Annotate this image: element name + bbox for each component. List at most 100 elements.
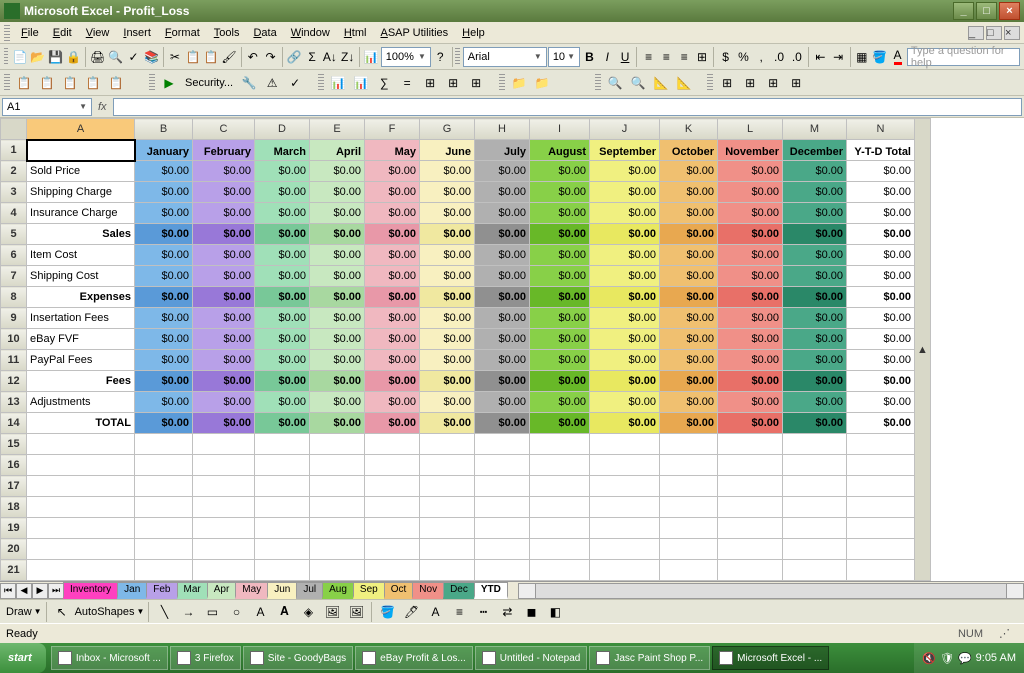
tool-button[interactable]: ⊞ [785,72,807,94]
data-cell[interactable]: $0.00 [530,352,589,368]
data-cell[interactable]: $0.00 [530,394,589,410]
row-label[interactable]: Adjustments [27,394,134,410]
empty-cell[interactable] [718,539,783,560]
data-cell[interactable]: $0.00 [783,163,846,179]
row-header[interactable]: 4 [1,203,27,224]
data-cell[interactable]: $0.00 [255,415,309,431]
data-cell[interactable]: $0.00 [718,352,782,368]
diagram-button[interactable]: ◈ [297,601,319,623]
data-cell[interactable]: $0.00 [420,331,474,347]
menu-tools[interactable]: Tools [207,25,247,41]
data-cell[interactable]: $0.00 [590,331,659,347]
data-cell[interactable]: $0.00 [310,268,364,284]
empty-cell[interactable] [420,476,475,497]
comma-button[interactable]: , [753,46,770,68]
empty-cell[interactable] [255,434,310,455]
column-header[interactable]: K [660,119,718,140]
column-header[interactable]: L [718,119,783,140]
column-header[interactable]: D [255,119,310,140]
empty-cell[interactable] [365,497,420,518]
data-cell[interactable]: $0.00 [310,205,364,221]
empty-cell[interactable] [27,476,135,497]
sheet-tab-jun[interactable]: Jun [267,582,297,599]
shadow-button[interactable]: ◼ [520,601,542,623]
month-header[interactable]: November [718,144,782,160]
empty-cell[interactable] [530,518,590,539]
data-cell[interactable]: $0.00 [590,373,659,389]
data-cell[interactable]: $0.00 [365,163,419,179]
hyperlink-button[interactable]: 🔗 [286,46,303,68]
row-label[interactable]: Insertation Fees [27,310,134,326]
empty-cell[interactable] [420,455,475,476]
empty-cell[interactable] [847,497,915,518]
empty-cell[interactable] [310,497,365,518]
data-cell[interactable]: $0.00 [718,163,782,179]
empty-cell[interactable] [783,518,847,539]
data-cell[interactable]: $0.00 [660,310,717,326]
empty-cell[interactable] [420,518,475,539]
data-cell[interactable]: $0.00 [590,226,659,242]
menu-data[interactable]: Data [246,25,283,41]
data-cell[interactable]: $0.00 [475,163,529,179]
data-cell[interactable]: $0.00 [847,205,914,221]
security-play-button[interactable]: ▶ [158,72,180,94]
data-cell[interactable]: $0.00 [783,373,846,389]
toolbar-handle[interactable] [595,74,601,92]
data-cell[interactable]: $0.00 [310,352,364,368]
column-header[interactable]: A [27,119,135,140]
clipart-button[interactable]: 🖼 [321,601,343,623]
tab-first-button[interactable]: ⏮ [0,583,16,599]
data-cell[interactable]: $0.00 [420,373,474,389]
row-label[interactable]: eBay FVF [27,331,134,347]
data-cell[interactable]: $0.00 [783,415,846,431]
row-label[interactable]: Expenses [27,289,134,305]
empty-cell[interactable] [193,497,255,518]
data-cell[interactable]: $0.00 [783,226,846,242]
data-cell[interactable]: $0.00 [193,373,254,389]
data-cell[interactable]: $0.00 [530,415,589,431]
empty-cell[interactable] [135,476,193,497]
sheet-tab-sep[interactable]: Sep [353,582,385,599]
data-cell[interactable]: $0.00 [783,394,846,410]
sheet-tab-ytd[interactable]: YTD [474,582,508,599]
data-cell[interactable]: $0.00 [783,268,846,284]
month-header[interactable]: Y-T-D Total [847,144,914,160]
menu-help[interactable]: Help [455,25,492,41]
data-cell[interactable]: $0.00 [193,268,254,284]
empty-cell[interactable] [530,539,590,560]
formula-bar[interactable] [113,98,1022,116]
row-header[interactable]: 9 [1,308,27,329]
permission-button[interactable]: 🔒 [65,46,82,68]
month-header[interactable]: August [530,144,589,160]
empty-cell[interactable] [590,497,660,518]
align-left-button[interactable]: ≡ [640,46,657,68]
empty-cell[interactable] [718,455,783,476]
row-header[interactable]: 5 [1,224,27,245]
data-cell[interactable]: $0.00 [365,289,419,305]
data-cell[interactable]: $0.00 [365,415,419,431]
help-search-input[interactable]: Type a question for help [907,48,1020,66]
data-cell[interactable]: $0.00 [255,247,309,263]
data-cell[interactable]: $0.00 [847,394,914,410]
row-label[interactable]: Shipping Cost [27,268,134,284]
menu-view[interactable]: View [79,25,117,41]
data-cell[interactable]: $0.00 [193,289,254,305]
column-header[interactable]: B [135,119,193,140]
doc-close-button[interactable]: × [1004,26,1020,40]
data-cell[interactable]: $0.00 [255,184,309,200]
data-cell[interactable]: $0.00 [660,226,717,242]
empty-cell[interactable] [475,434,530,455]
row-header[interactable]: 11 [1,350,27,371]
row-label[interactable]: Item Cost [27,247,134,263]
month-header[interactable]: May [365,144,419,160]
data-cell[interactable]: $0.00 [783,184,846,200]
empty-cell[interactable] [27,560,135,581]
data-cell[interactable]: $0.00 [590,247,659,263]
tool-button[interactable]: 📊 [350,72,372,94]
data-cell[interactable]: $0.00 [660,247,717,263]
empty-cell[interactable] [475,497,530,518]
empty-cell[interactable] [365,518,420,539]
empty-cell[interactable] [590,518,660,539]
data-cell[interactable]: $0.00 [660,331,717,347]
data-cell[interactable]: $0.00 [135,247,192,263]
